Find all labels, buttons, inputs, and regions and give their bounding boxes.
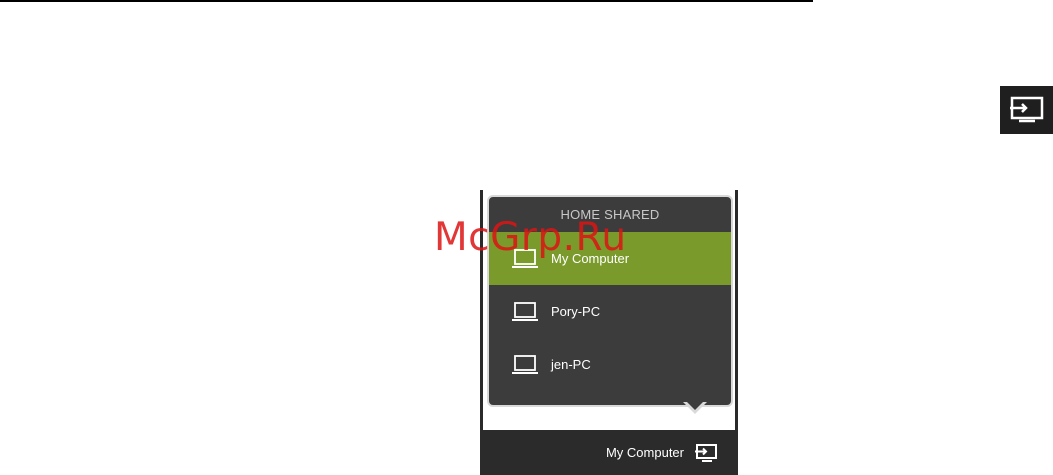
laptop-icon	[512, 301, 538, 321]
source-selector-bar[interactable]: My Computer	[480, 430, 738, 475]
panel-edge-left	[480, 190, 483, 430]
popup-header: HOME SHARED	[560, 207, 660, 222]
laptop-icon	[512, 354, 538, 374]
device-item-my-computer[interactable]: My Computer	[489, 232, 731, 285]
current-source-label: My Computer	[605, 445, 684, 460]
device-item-jen-pc[interactable]: jen-PC	[489, 338, 731, 391]
top-divider	[0, 0, 813, 2]
popup-pointer-fill	[685, 400, 705, 410]
device-item-pory-pc[interactable]: Pory-PC	[489, 285, 731, 338]
laptop-icon	[512, 248, 538, 268]
input-source-icon	[1009, 96, 1043, 123]
input-source-icon	[695, 443, 717, 462]
source-popup: HOME SHARED My Computer Pory-PC jen-PC	[487, 195, 733, 407]
panel-edge-right	[735, 190, 738, 430]
input-source-icon-large	[1000, 86, 1053, 134]
screenshot-panel: HOME SHARED My Computer Pory-PC jen-PC M…	[480, 190, 738, 475]
device-label: jen-PC	[551, 357, 591, 372]
device-label: My Computer	[551, 251, 630, 266]
device-label: Pory-PC	[551, 304, 601, 319]
